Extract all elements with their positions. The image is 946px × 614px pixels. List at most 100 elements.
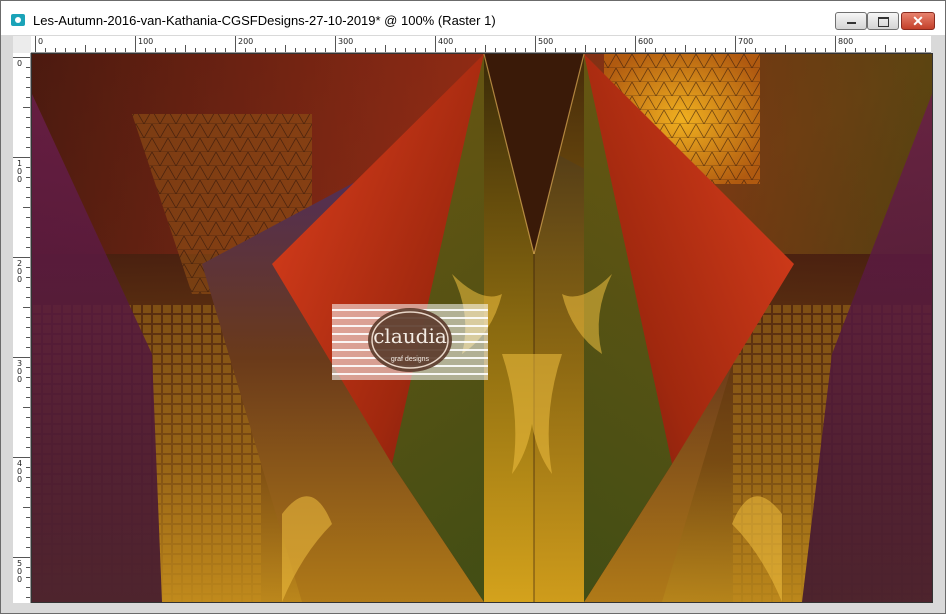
minimize-button[interactable] bbox=[835, 12, 867, 30]
ruler-tick bbox=[905, 48, 906, 52]
ruler-tick bbox=[495, 48, 496, 52]
ruler-tick bbox=[515, 48, 516, 52]
ruler-tick bbox=[745, 48, 746, 52]
ruler-tick bbox=[325, 48, 326, 52]
ruler-tick bbox=[895, 48, 896, 52]
ruler-tick bbox=[23, 207, 30, 208]
ruler-tick bbox=[505, 48, 506, 52]
ruler-tick bbox=[355, 48, 356, 52]
ruler-tick bbox=[435, 36, 436, 52]
ruler-tick bbox=[915, 48, 916, 52]
ruler-tick bbox=[26, 417, 30, 418]
horizontal-ruler: 0 100 200 300 400 500 600 700 800 bbox=[31, 36, 931, 53]
ruler-tick bbox=[885, 45, 886, 52]
ruler-corner bbox=[13, 36, 31, 53]
ruler-tick bbox=[335, 36, 336, 52]
ruler-label: 0 bbox=[38, 37, 44, 46]
title-bar[interactable]: Les-Autumn-2016-van-Kathania-CGSFDesigns… bbox=[1, 1, 945, 35]
ruler-tick bbox=[13, 257, 30, 258]
ruler-tick bbox=[26, 547, 30, 548]
ruler-tick bbox=[125, 48, 126, 52]
ruler-tick bbox=[26, 67, 30, 68]
watermark-subtext: graf designs bbox=[390, 356, 430, 363]
ruler-tick bbox=[26, 87, 30, 88]
minimize-icon bbox=[836, 13, 866, 29]
ruler-label: 100 bbox=[138, 37, 154, 46]
ruler-tick bbox=[585, 45, 586, 52]
ruler-tick bbox=[795, 48, 796, 52]
ruler-tick bbox=[26, 77, 30, 78]
ruler-tick bbox=[465, 48, 466, 52]
ruler-tick bbox=[205, 48, 206, 52]
ruler-tick bbox=[615, 48, 616, 52]
ruler-tick bbox=[26, 277, 30, 278]
ruler-tick bbox=[665, 48, 666, 52]
ruler-tick bbox=[215, 48, 216, 52]
ruler-tick bbox=[405, 48, 406, 52]
ruler-tick bbox=[26, 137, 30, 138]
watermark: claudia graf designs bbox=[332, 304, 488, 380]
ruler-tick bbox=[855, 48, 856, 52]
ruler-tick bbox=[365, 48, 366, 52]
image-canvas[interactable]: claudia graf designs bbox=[31, 53, 933, 603]
ruler-tick bbox=[23, 307, 30, 308]
ruler-tick bbox=[26, 577, 30, 578]
ruler-tick bbox=[825, 48, 826, 52]
ruler-tick bbox=[26, 247, 30, 248]
ruler-tick bbox=[735, 36, 736, 52]
ruler-tick bbox=[13, 557, 30, 558]
ruler-tick bbox=[925, 48, 926, 52]
ruler-tick bbox=[13, 157, 30, 158]
ruler-tick bbox=[605, 48, 606, 52]
ruler-tick bbox=[26, 387, 30, 388]
ruler-tick bbox=[35, 36, 36, 52]
ruler-tick bbox=[725, 48, 726, 52]
ruler-label: 600 bbox=[638, 37, 654, 46]
ruler-tick bbox=[26, 97, 30, 98]
ruler-tick bbox=[26, 517, 30, 518]
watermark-text: claudia bbox=[373, 324, 447, 348]
ruler-tick bbox=[695, 48, 696, 52]
ruler-tick bbox=[26, 337, 30, 338]
ruler-tick bbox=[755, 48, 756, 52]
ruler-tick bbox=[65, 48, 66, 52]
ruler-tick bbox=[13, 57, 30, 58]
ruler-tick bbox=[845, 48, 846, 52]
ruler-tick bbox=[865, 48, 866, 52]
ruler-tick bbox=[775, 48, 776, 52]
ruler-tick bbox=[295, 48, 296, 52]
ruler-label: 0 bbox=[17, 59, 23, 68]
image-document-icon bbox=[11, 14, 25, 26]
ruler-tick bbox=[26, 587, 30, 588]
window-title: Les-Autumn-2016-van-Kathania-CGSFDesigns… bbox=[33, 13, 496, 28]
ruler-tick bbox=[185, 45, 186, 52]
ruler-tick bbox=[26, 527, 30, 528]
ruler-tick bbox=[26, 217, 30, 218]
ruler-tick bbox=[26, 597, 30, 598]
ruler-tick bbox=[455, 48, 456, 52]
ruler-tick bbox=[13, 457, 30, 458]
ruler-tick bbox=[45, 48, 46, 52]
maximize-button[interactable] bbox=[867, 12, 899, 30]
ruler-tick bbox=[26, 447, 30, 448]
ruler-tick bbox=[26, 227, 30, 228]
ruler-tick bbox=[445, 48, 446, 52]
ruler-tick bbox=[715, 48, 716, 52]
ruler-tick bbox=[26, 477, 30, 478]
ruler-tick bbox=[415, 48, 416, 52]
ruler-tick bbox=[635, 36, 636, 52]
ruler-tick bbox=[26, 127, 30, 128]
ruler-tick bbox=[835, 36, 836, 52]
ruler-label: 300 bbox=[17, 359, 23, 384]
close-button[interactable]: ✕ bbox=[901, 12, 935, 30]
ruler-tick bbox=[195, 48, 196, 52]
ruler-tick bbox=[26, 167, 30, 168]
ruler-tick bbox=[625, 48, 626, 52]
ruler-tick bbox=[55, 48, 56, 52]
ruler-tick bbox=[26, 237, 30, 238]
ruler-tick bbox=[26, 347, 30, 348]
ruler-tick bbox=[165, 48, 166, 52]
ruler-tick bbox=[705, 48, 706, 52]
ruler-tick bbox=[26, 567, 30, 568]
ruler-tick bbox=[26, 177, 30, 178]
